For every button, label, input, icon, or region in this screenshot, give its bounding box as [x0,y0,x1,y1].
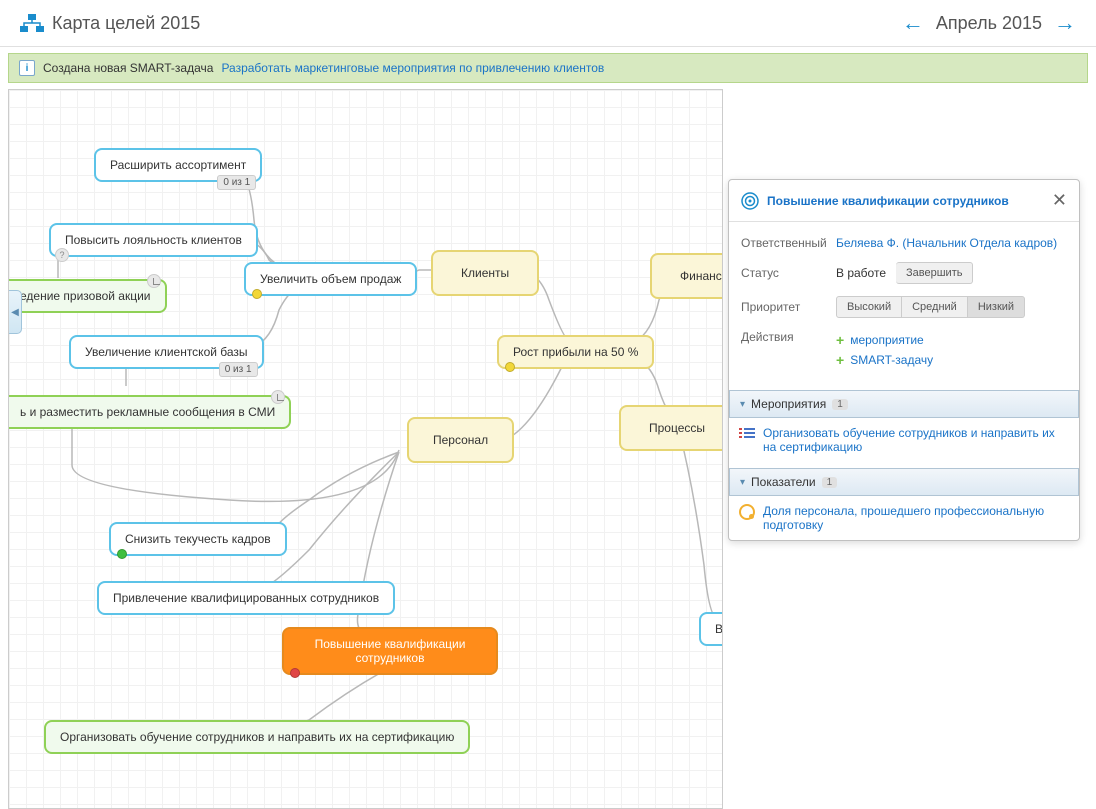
notification-link[interactable]: Разработать маркетинговые мероприятия по… [221,61,604,75]
event-item: Организовать обучение сотрудников и напр… [729,418,1079,462]
goal-map-canvas[interactable]: ◀ Расширить ассортимент 0 из 1 Повысить … [8,89,723,809]
progress-badge: 0 из 1 [219,362,258,377]
goal-node-loyalty[interactable]: Повысить лояльность клиентов ? [49,223,258,257]
chevron-down-icon: ▾ [740,399,745,410]
goal-node-turnover[interactable]: Снизить текучесть кадров [109,522,287,556]
status-indicator [252,289,262,299]
panel-header: Повышение квалификации сотрудников ✕ [729,180,1079,222]
category-node-processes[interactable]: Процессы [619,405,723,451]
event-node-prize[interactable]: едение призовой акции [8,279,167,313]
close-button[interactable]: ✕ [1052,190,1067,211]
sidebar-expand-tab[interactable]: ◀ [8,290,22,334]
detail-panel: Повышение квалификации сотрудников ✕ Отв… [728,179,1080,541]
progress-badge: 0 из 1 [217,175,256,190]
goal-node-profit[interactable]: Рост прибыли на 50 % [497,335,654,369]
help-icon: ? [55,248,69,262]
panel-title: Повышение квалификации сотрудников [767,194,1052,208]
events-section-title: Мероприятия [751,397,826,411]
notification-bar: i Создана новая SMART-задача Разработать… [8,53,1088,83]
goal-node-assortment[interactable]: Расширить ассортимент 0 из 1 [94,148,262,182]
page-title: Карта целей 2015 [52,13,902,34]
priority-medium-button[interactable]: Средний [902,296,968,318]
goal-node-client-base[interactable]: Увеличение клиентской базы 0 из 1 [69,335,264,369]
indicator-link[interactable]: Доля персонала, прошедшего профессиональ… [763,504,1069,532]
clock-icon [271,390,285,404]
plus-icon: + [836,332,844,348]
goal-node-recruiting[interactable]: Привлечение квалифицированных сотруднико… [97,581,395,615]
priority-low-button[interactable]: Низкий [968,296,1025,318]
plus-icon: + [836,352,844,368]
event-link[interactable]: Организовать обучение сотрудников и напр… [763,426,1069,454]
next-month-button[interactable]: → [1054,10,1076,36]
clock-icon [147,274,161,288]
status-indicator [290,668,300,678]
list-icon [739,426,755,440]
category-node-finance[interactable]: Финансы [650,253,723,299]
info-icon: i [19,60,35,76]
target-icon [741,192,759,210]
priority-label: Приоритет [741,300,836,314]
gauge-icon [739,504,755,520]
category-node-clients[interactable]: Клиенты [431,250,539,296]
event-node-training[interactable]: Организовать обучение сотрудников и напр… [44,720,470,754]
event-node-media[interactable]: ь и разместить рекламные сообщения в СМИ [8,395,291,429]
indicator-item: Доля персонала, прошедшего профессиональ… [729,496,1079,540]
indicators-section-header[interactable]: ▾ Показатели 1 [729,468,1079,496]
connector-lines [9,90,723,809]
status-indicator [505,362,515,372]
responsible-label: Ответственный [741,236,836,250]
goal-node-high-partial[interactable]: Высок [699,612,723,646]
hierarchy-icon [20,14,44,32]
priority-buttons: Высокий Средний Низкий [836,296,1025,318]
events-count: 1 [832,399,848,410]
goal-node-sales-volume[interactable]: Увеличить объем продаж [244,262,417,296]
status-label: Статус [741,266,836,280]
status-indicator [117,549,127,559]
status-value: В работе [836,266,886,280]
month-navigator: ← Апрель 2015 → [902,10,1076,36]
add-event-link[interactable]: +мероприятие [836,330,1067,350]
events-section-header[interactable]: ▾ Мероприятия 1 [729,390,1079,418]
notification-text: Создана новая SMART-задача [43,61,213,75]
category-node-personnel[interactable]: Персонал [407,417,514,463]
indicators-section-title: Показатели [751,475,816,489]
responsible-link[interactable]: Беляева Ф. (Начальник Отдела кадров) [836,236,1057,250]
page-header: Карта целей 2015 ← Апрель 2015 → [0,0,1096,47]
chevron-down-icon: ▾ [740,477,745,488]
current-month: Апрель 2015 [936,13,1042,34]
actions-label: Действия [741,330,836,344]
add-smart-task-link[interactable]: +SMART-задачу [836,350,1067,370]
indicators-count: 1 [822,477,838,488]
complete-button[interactable]: Завершить [896,262,973,284]
goal-node-upskilling-selected[interactable]: Повышение квалификации сотрудников [282,627,498,675]
priority-high-button[interactable]: Высокий [836,296,902,318]
prev-month-button[interactable]: ← [902,10,924,36]
